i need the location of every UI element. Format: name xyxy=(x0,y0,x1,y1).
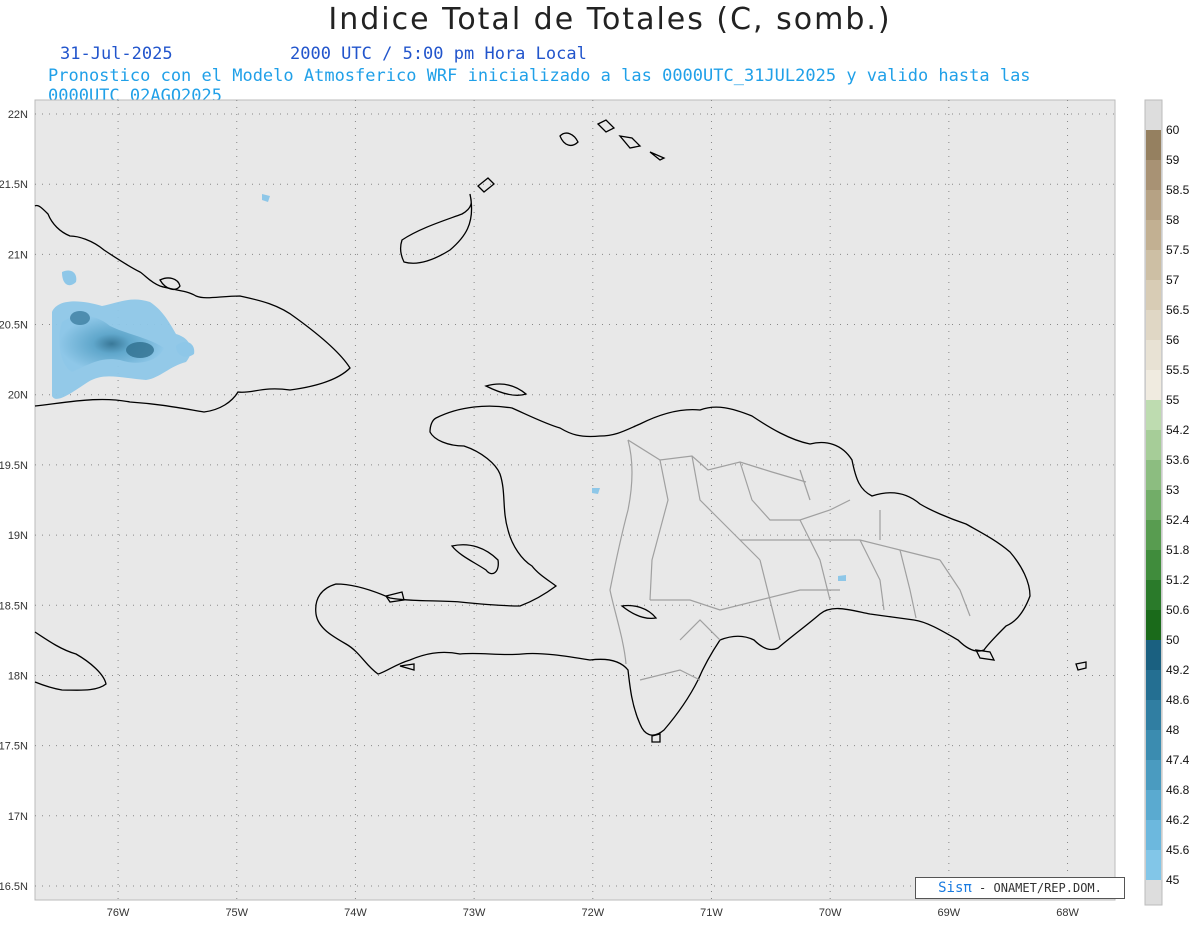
lon-label: 68W xyxy=(1056,907,1079,919)
colorbar-label: 51.2 xyxy=(1166,573,1190,587)
colorbar-label: 56.5 xyxy=(1166,303,1190,317)
lat-label: 19N xyxy=(8,530,28,542)
colorbar-swatch xyxy=(1146,580,1161,610)
colorbar-label: 56 xyxy=(1166,333,1180,347)
colorbar-swatch xyxy=(1146,430,1161,460)
lon-label: 76W xyxy=(107,907,130,919)
colorbar: 60 59 58.5 58 57.5 57 56.5 56 55.5 55 54.2 53.6 53 52… xyxy=(1146,123,1190,887)
colorbar-swatch xyxy=(1146,280,1161,310)
colorbar-label: 46.8 xyxy=(1166,783,1190,797)
colorbar-label: 47.4 xyxy=(1166,753,1190,767)
lon-label: 75W xyxy=(225,907,248,919)
lon-label: 72W xyxy=(581,907,604,919)
colorbar-swatch xyxy=(1146,460,1161,490)
lat-label: 20.5N xyxy=(0,320,28,332)
colorbar-swatch xyxy=(1146,400,1161,430)
credit-org: - ONAMET/REP.DOM. xyxy=(971,881,1102,895)
lat-label: 20N xyxy=(8,390,28,402)
lat-label: 21.5N xyxy=(0,179,28,191)
colorbar-swatch xyxy=(1146,160,1161,190)
colorbar-swatch xyxy=(1146,490,1161,520)
map-plot-area xyxy=(34,99,1116,901)
credit-box: Sisπ - ONAMET/REP.DOM. xyxy=(915,877,1125,899)
lon-label: 70W xyxy=(819,907,842,919)
colorbar-label: 57.5 xyxy=(1166,243,1190,257)
colorbar-label: 53 xyxy=(1166,483,1180,497)
colorbar-swatch xyxy=(1146,760,1161,790)
colorbar-label: 60 xyxy=(1166,123,1180,137)
longitude-labels: 76W 75W 74W 73W 72W 71W 70W 69W 68W xyxy=(107,907,1080,919)
colorbar-swatch xyxy=(1146,730,1161,760)
colorbar-label: 46.2 xyxy=(1166,813,1190,827)
colorbar-swatch xyxy=(1146,700,1161,730)
lon-label: 69W xyxy=(938,907,961,919)
colorbar-swatch xyxy=(1146,640,1161,670)
colorbar-label: 59 xyxy=(1166,153,1180,167)
colorbar-swatch xyxy=(1146,130,1161,160)
lat-label: 21N xyxy=(8,249,28,261)
colorbar-label: 51.8 xyxy=(1166,543,1190,557)
colorbar-label: 52.4 xyxy=(1166,513,1190,527)
colorbar-swatch xyxy=(1146,190,1161,220)
colorbar-swatch xyxy=(1146,790,1161,820)
colorbar-label: 55.5 xyxy=(1166,363,1190,377)
lat-label: 18.5N xyxy=(0,600,28,612)
lon-label: 74W xyxy=(344,907,367,919)
colorbar-label: 50.6 xyxy=(1166,603,1190,617)
colorbar-label: 58.5 xyxy=(1166,183,1190,197)
lat-label: 17N xyxy=(8,811,28,823)
colorbar-swatch xyxy=(1146,610,1161,640)
colorbar-label: 50 xyxy=(1166,633,1180,647)
colorbar-swatch xyxy=(1146,520,1161,550)
colorbar-swatch xyxy=(1146,220,1161,250)
colorbar-label: 55 xyxy=(1166,393,1180,407)
lat-label: 18N xyxy=(8,670,28,682)
colorbar-label: 49.2 xyxy=(1166,663,1190,677)
lat-label: 17.5N xyxy=(0,741,28,753)
lat-label: 22N xyxy=(8,109,28,121)
colorbar-swatch xyxy=(1146,370,1161,400)
colorbar-label: 53.6 xyxy=(1166,453,1190,467)
colorbar-swatch xyxy=(1146,550,1161,580)
colorbar-swatch xyxy=(1146,310,1161,340)
colorbar-swatch xyxy=(1146,250,1161,280)
colorbar-swatch xyxy=(1146,340,1161,370)
lat-label: 16.5N xyxy=(0,881,28,893)
lat-label: 19.5N xyxy=(0,460,28,472)
colorbar-swatch xyxy=(1146,670,1161,700)
lon-label: 71W xyxy=(700,907,723,919)
colorbar-label: 57 xyxy=(1166,273,1180,287)
latitude-labels: 22N 21.5N 21N 20.5N 20N 19.5N 19N 18.5N 18N 17.5N… xyxy=(0,109,28,893)
colorbar-label: 45 xyxy=(1166,873,1180,887)
colorbar-label: 48 xyxy=(1166,723,1180,737)
colorbar-swatch xyxy=(1146,820,1161,850)
colorbar-label: 48.6 xyxy=(1166,693,1190,707)
brand-logo: Sisπ xyxy=(938,880,972,896)
colorbar-swatch xyxy=(1146,850,1161,880)
lon-label: 73W xyxy=(463,907,486,919)
colorbar-label: 45.6 xyxy=(1166,843,1190,857)
colorbar-label: 54.2 xyxy=(1166,423,1190,437)
map-canvas: 22N 21.5N 21N 20.5N 20N 19.5N 19N 18.5N 18N 17.5N… xyxy=(0,99,1190,919)
colorbar-label: 58 xyxy=(1166,213,1180,227)
